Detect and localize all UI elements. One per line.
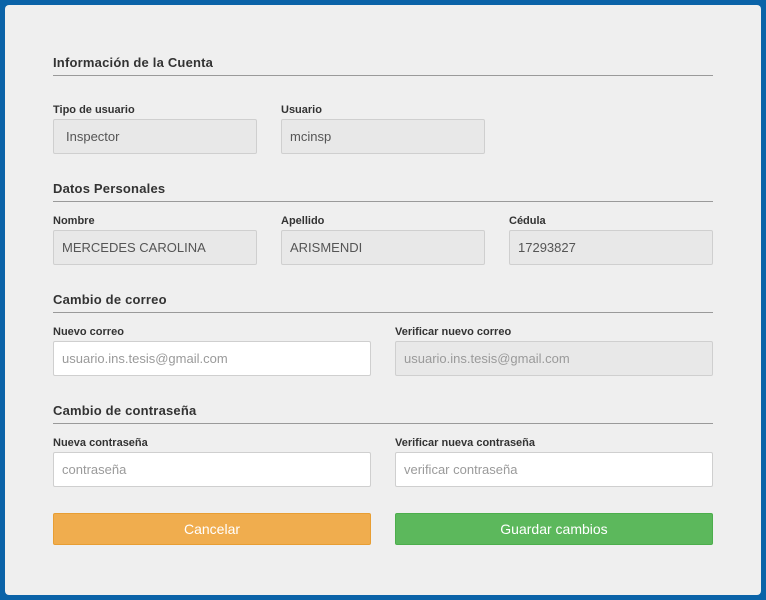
account-settings-card: Información de la Cuenta Tipo de usuario…	[5, 5, 761, 595]
section-divider	[53, 201, 713, 202]
cancel-button[interactable]: Cancelar	[53, 513, 371, 545]
section-title-personal: Datos Personales	[53, 181, 166, 196]
section-divider	[53, 312, 713, 313]
id-number-field[interactable]	[509, 230, 713, 265]
section-title-email: Cambio de correo	[53, 292, 167, 307]
section-divider	[53, 75, 713, 76]
user-type-label: Tipo de usuario	[53, 104, 135, 116]
section-title-password: Cambio de contraseña	[53, 403, 197, 418]
last-name-field[interactable]	[281, 230, 485, 265]
username-field[interactable]	[281, 119, 485, 154]
first-name-label: Nombre	[53, 215, 95, 227]
verify-password-label: Verificar nueva contraseña	[395, 437, 536, 449]
last-name-label: Apellido	[281, 215, 325, 227]
first-name-field[interactable]	[53, 230, 257, 265]
section-title-account: Información de la Cuenta	[53, 55, 214, 70]
id-number-label: Cédula	[509, 215, 546, 227]
verify-email-label: Verificar nuevo correo	[395, 326, 512, 338]
verify-password-input[interactable]	[395, 452, 713, 487]
new-email-input[interactable]	[53, 341, 371, 376]
username-label: Usuario	[281, 104, 322, 116]
new-password-input[interactable]	[53, 452, 371, 487]
verify-email-input[interactable]	[395, 341, 713, 376]
user-type-field[interactable]	[53, 119, 257, 154]
save-changes-button[interactable]: Guardar cambios	[395, 513, 713, 545]
new-email-label: Nuevo correo	[53, 326, 124, 338]
section-divider	[53, 423, 713, 424]
new-password-label: Nueva contraseña	[53, 437, 148, 449]
